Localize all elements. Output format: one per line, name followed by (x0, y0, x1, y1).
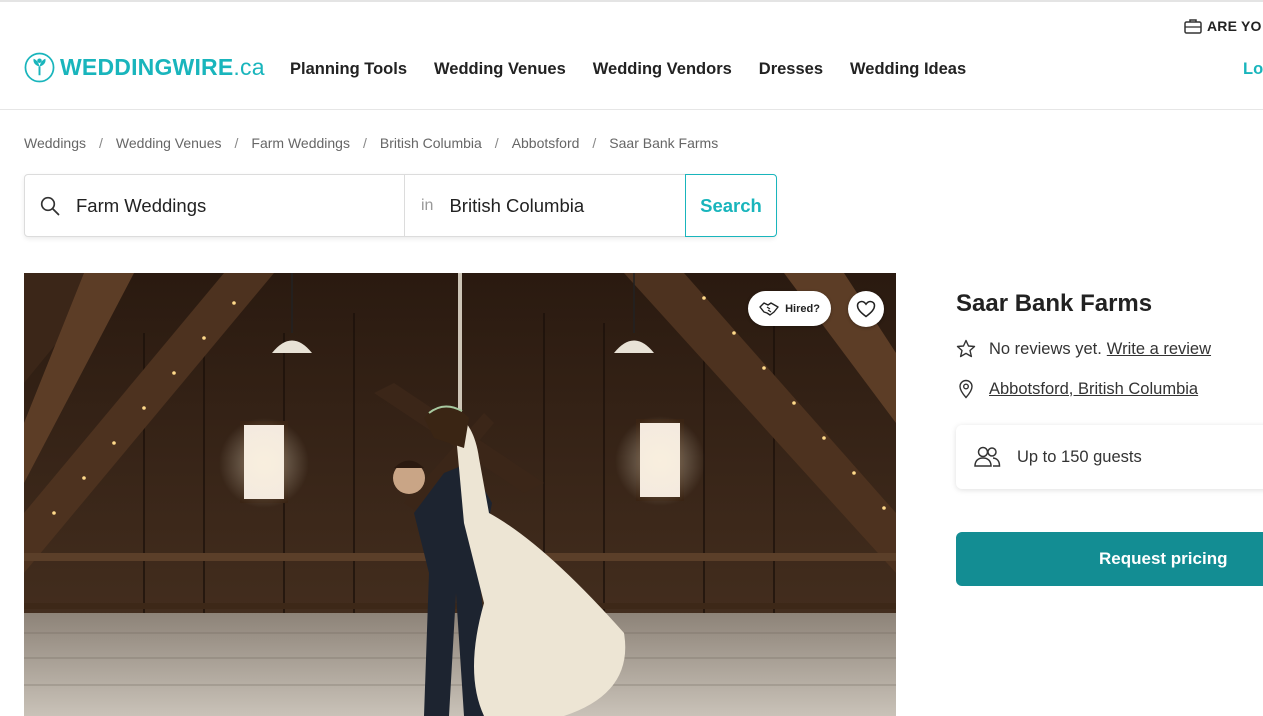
star-icon (956, 339, 976, 358)
nav-dresses[interactable]: Dresses (759, 60, 823, 79)
nav-wedding-vendors[interactable]: Wedding Vendors (593, 60, 732, 79)
vendor-cta-link[interactable]: ARE YO (1184, 18, 1262, 34)
breadcrumb-item-current: Saar Bank Farms (609, 135, 719, 151)
search-category-field (25, 175, 405, 236)
breadcrumb-item-weddings[interactable]: Weddings (24, 135, 86, 151)
main-nav: Planning Tools Wedding Venues Wedding Ve… (290, 60, 966, 79)
reviews-status: No reviews yet. (989, 339, 1102, 358)
venue-name: Saar Bank Farms (956, 290, 1153, 317)
search-location-field: in (405, 175, 693, 236)
weddingwire-logo[interactable]: WEDDINGWIRE.ca (24, 52, 265, 83)
search-in-label: in (421, 196, 434, 214)
bouquet-logo-icon (24, 52, 55, 83)
barn-wedding-photo (24, 273, 896, 716)
breadcrumb-item-farm-weddings[interactable]: Farm Weddings (251, 135, 350, 151)
search-bar: in Search (24, 174, 777, 237)
logo-main: WEDDINGWIRE (60, 54, 234, 80)
heart-icon (856, 300, 876, 318)
write-review-link[interactable]: Write a review (1107, 340, 1211, 359)
logo-wordmark: WEDDINGWIRE.ca (60, 54, 265, 81)
handshake-icon (759, 301, 779, 316)
login-link[interactable]: Lo (1243, 60, 1263, 79)
reviews-row: No reviews yet. Write a review (956, 339, 1211, 359)
location-row: Abbotsford, British Columbia (956, 379, 1198, 399)
breadcrumb-separator: / (494, 135, 499, 151)
breadcrumb-item-abbotsford[interactable]: Abbotsford (512, 135, 580, 151)
location-link[interactable]: Abbotsford, British Columbia (989, 380, 1198, 399)
location-pin-icon (959, 379, 973, 399)
search-button[interactable]: Search (685, 174, 777, 237)
nav-wedding-ideas[interactable]: Wedding Ideas (850, 60, 966, 79)
briefcase-icon (1184, 19, 1202, 34)
vendor-cta-label: ARE YO (1207, 18, 1262, 34)
hired-button[interactable]: Hired? (748, 291, 831, 326)
search-location-input[interactable] (449, 194, 693, 217)
breadcrumb-separator: / (99, 135, 103, 151)
breadcrumb: Weddings / Wedding Venues / Farm Wedding… (24, 135, 718, 151)
breadcrumb-item-wedding-venues[interactable]: Wedding Venues (116, 135, 222, 151)
search-icon (40, 196, 60, 215)
site-header: ARE YO WEDDINGWIRE.ca Planning Tools Wed… (0, 0, 1263, 110)
nav-wedding-venues[interactable]: Wedding Venues (434, 60, 566, 79)
breadcrumb-item-british-columbia[interactable]: British Columbia (380, 135, 482, 151)
venue-photo[interactable]: Hired? (24, 273, 896, 716)
breadcrumb-separator: / (592, 135, 597, 151)
nav-planning-tools[interactable]: Planning Tools (290, 60, 407, 79)
guest-capacity-card: Up to 150 guests (956, 425, 1263, 489)
breadcrumb-separator: / (234, 135, 239, 151)
favorite-button[interactable] (848, 291, 884, 327)
hired-label: Hired? (785, 302, 820, 315)
request-pricing-button[interactable]: Request pricing (956, 532, 1263, 586)
search-category-input[interactable] (76, 194, 346, 217)
guests-icon (974, 446, 1001, 467)
breadcrumb-separator: / (362, 135, 367, 151)
logo-suffix: .ca (233, 54, 265, 80)
guest-capacity: Up to 150 guests (1017, 447, 1142, 466)
